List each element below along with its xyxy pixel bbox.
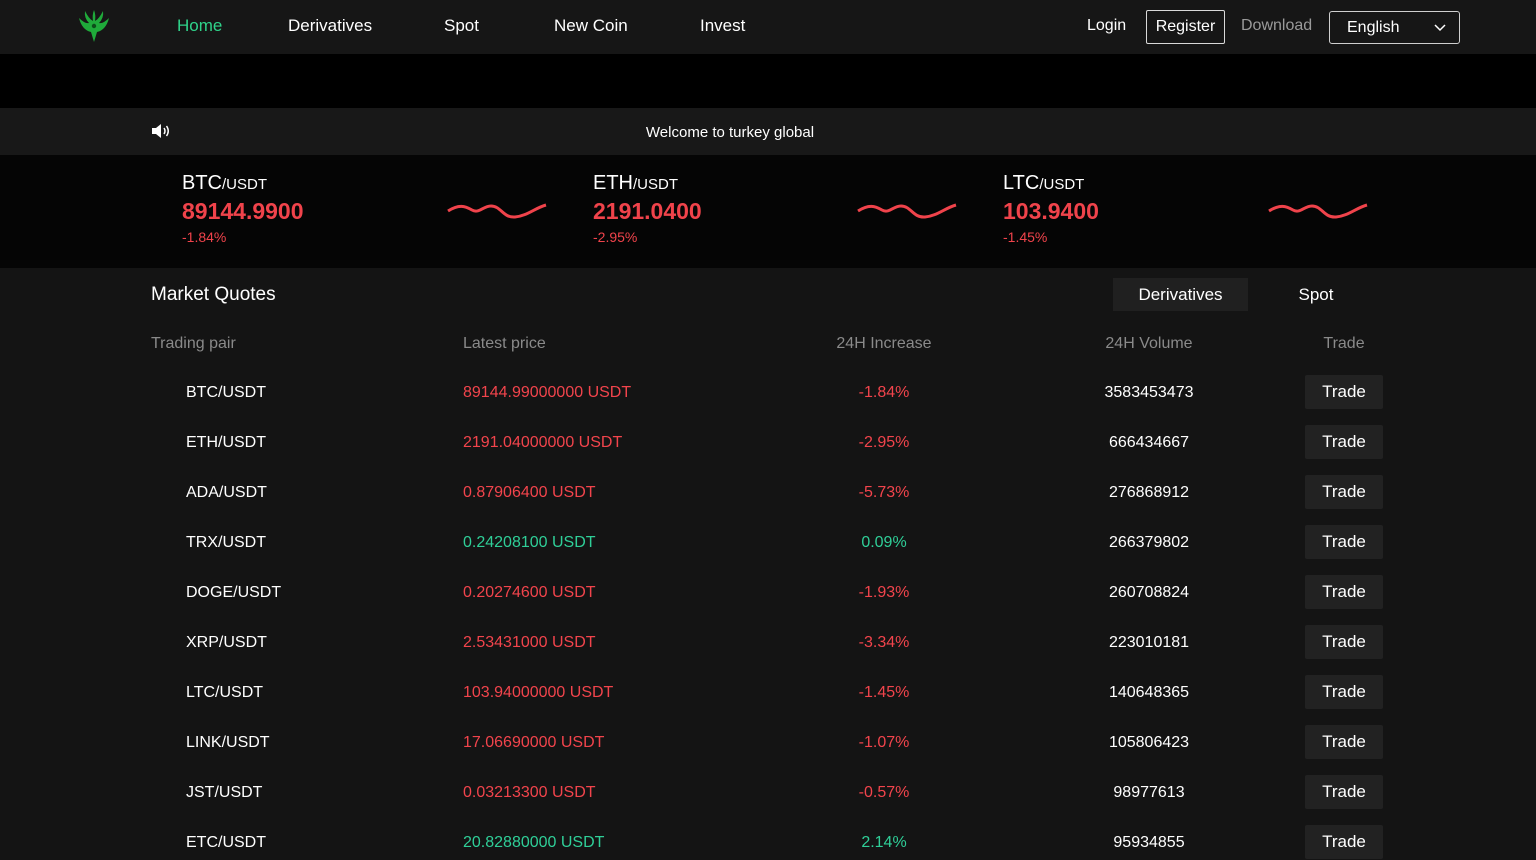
ticker-eth[interactable]: ETH/USDT 2191.0400 -2.95% bbox=[593, 172, 702, 245]
price-cell: 17.06690000 USDT bbox=[463, 734, 605, 751]
volume-cell: 3583453473 bbox=[1104, 384, 1194, 401]
trade-button[interactable]: Trade bbox=[1305, 775, 1383, 809]
column-header-24h-increase: 24H Increase bbox=[836, 335, 932, 352]
trade-button[interactable]: Trade bbox=[1305, 475, 1383, 509]
column-header-latest-price: Latest price bbox=[463, 335, 546, 352]
ticker-change: -1.45% bbox=[1003, 229, 1048, 245]
table-row[interactable]: LINK/USDT 17.06690000 USDT -1.07% 105806423… bbox=[0, 725, 1536, 776]
login-link[interactable]: Login bbox=[1087, 17, 1126, 35]
volume-cell: 223010181 bbox=[1108, 634, 1190, 651]
nav-new-coin[interactable]: New Coin bbox=[554, 16, 628, 36]
top-nav-bar: Home Derivatives Spot New Coin Invest Lo… bbox=[0, 0, 1536, 54]
price-cell: 0.20274600 USDT bbox=[463, 584, 596, 601]
change-cell: -3.34% bbox=[858, 634, 910, 651]
ticker-change: -2.95% bbox=[593, 229, 638, 245]
change-cell: -5.73% bbox=[858, 484, 910, 501]
pair-cell: ETC/USDT bbox=[186, 834, 266, 851]
ticker-btc[interactable]: BTC/USDT 89144.9900 -1.84% bbox=[182, 172, 304, 245]
column-header-24h-volume: 24H Volume bbox=[1105, 335, 1193, 352]
register-button[interactable]: Register bbox=[1146, 10, 1225, 44]
pair-cell: ADA/USDT bbox=[186, 484, 267, 501]
volume-cell: 276868912 bbox=[1108, 484, 1190, 501]
pair-cell: DOGE/USDT bbox=[186, 584, 282, 601]
column-header-trading-pair: Trading pair bbox=[151, 335, 236, 352]
tab-spot[interactable]: Spot bbox=[1249, 278, 1383, 311]
change-cell: -2.95% bbox=[858, 434, 910, 451]
price-cell: 89144.99000000 USDT bbox=[463, 384, 632, 401]
volume-cell: 95934855 bbox=[1113, 834, 1185, 851]
change-cell: 0.09% bbox=[861, 534, 907, 551]
pair-cell: TRX/USDT bbox=[186, 534, 266, 551]
ticker-pair: BTC/USDT bbox=[182, 172, 267, 194]
table-row[interactable]: XRP/USDT 2.53431000 USDT -3.34% 223010181 Tr… bbox=[0, 625, 1536, 676]
price-cell: 20.82880000 USDT bbox=[463, 834, 605, 851]
change-cell: -1.84% bbox=[858, 384, 910, 401]
language-value: English bbox=[1347, 18, 1400, 36]
price-cell: 103.94000000 USDT bbox=[463, 684, 614, 701]
pair-cell: XRP/USDT bbox=[186, 634, 267, 651]
volume-cell: 140648365 bbox=[1108, 684, 1190, 701]
pair-cell: JST/USDT bbox=[186, 784, 263, 801]
nav-derivatives[interactable]: Derivatives bbox=[288, 16, 372, 36]
download-link[interactable]: Download bbox=[1241, 17, 1312, 35]
volume-cell: 666434667 bbox=[1108, 434, 1190, 451]
pair-cell: BTC/USDT bbox=[186, 384, 266, 401]
table-row[interactable]: ADA/USDT 0.87906400 USDT -5.73% 276868912 Tr… bbox=[0, 475, 1536, 526]
change-cell: -1.07% bbox=[858, 734, 910, 751]
price-cell: 2191.04000000 USDT bbox=[463, 434, 623, 451]
table-row[interactable]: LTC/USDT 103.94000000 USDT -1.45% 140648365… bbox=[0, 675, 1536, 726]
price-cell: 0.87906400 USDT bbox=[463, 484, 596, 501]
trade-button[interactable]: Trade bbox=[1305, 375, 1383, 409]
volume-cell: 266379802 bbox=[1108, 534, 1190, 551]
change-cell: -1.93% bbox=[858, 584, 910, 601]
volume-cell: 105806423 bbox=[1108, 734, 1190, 751]
trade-button[interactable]: Trade bbox=[1305, 575, 1383, 609]
change-cell: -1.45% bbox=[858, 684, 910, 701]
trade-button[interactable]: Trade bbox=[1305, 625, 1383, 659]
ticker-price: 89144.9900 bbox=[182, 198, 304, 224]
nav-home[interactable]: Home bbox=[177, 16, 222, 36]
table-row[interactable]: ETC/USDT 20.82880000 USDT 2.14% 95934855 Tra… bbox=[0, 825, 1536, 860]
sparkline-btc bbox=[447, 203, 547, 219]
trade-button[interactable]: Trade bbox=[1305, 725, 1383, 759]
ticker-pair: ETH/USDT bbox=[593, 172, 678, 194]
price-cell: 2.53431000 USDT bbox=[463, 634, 596, 651]
table-row[interactable]: BTC/USDT 89144.99000000 USDT -1.84% 3583453… bbox=[0, 375, 1536, 426]
column-header-trade: Trade bbox=[1323, 335, 1365, 352]
price-cell: 0.03213300 USDT bbox=[463, 784, 596, 801]
sparkline-ltc bbox=[1268, 203, 1368, 219]
tab-derivatives[interactable]: Derivatives bbox=[1113, 278, 1248, 311]
volume-cell: 98977613 bbox=[1113, 784, 1185, 801]
trade-button[interactable]: Trade bbox=[1305, 525, 1383, 559]
notice-text: Welcome to turkey global bbox=[645, 124, 815, 141]
nav-spot[interactable]: Spot bbox=[444, 16, 479, 36]
volume-cell: 260708824 bbox=[1108, 584, 1190, 601]
pair-cell: LINK/USDT bbox=[186, 734, 270, 751]
chevron-down-icon bbox=[1434, 24, 1446, 32]
sparkline-eth bbox=[857, 203, 957, 219]
market-quotes-title: Market Quotes bbox=[151, 284, 276, 305]
table-row[interactable]: ETH/USDT 2191.04000000 USDT -2.95% 66643466… bbox=[0, 425, 1536, 476]
table-row[interactable]: JST/USDT 0.03213300 USDT -0.57% 98977613 Tra… bbox=[0, 775, 1536, 826]
ticker-pair: LTC/USDT bbox=[1003, 172, 1085, 194]
ticker-ltc[interactable]: LTC/USDT 103.9400 -1.45% bbox=[1003, 172, 1099, 245]
pair-cell: ETH/USDT bbox=[186, 434, 266, 451]
nav-invest[interactable]: Invest bbox=[700, 16, 745, 36]
pair-cell: LTC/USDT bbox=[186, 684, 264, 701]
trade-button[interactable]: Trade bbox=[1305, 425, 1383, 459]
trade-button[interactable]: Trade bbox=[1305, 675, 1383, 709]
change-cell: -0.57% bbox=[858, 784, 910, 801]
ticker-price: 103.9400 bbox=[1003, 198, 1099, 224]
banner bbox=[0, 54, 1536, 108]
ticker-price: 2191.0400 bbox=[593, 198, 702, 224]
trade-button[interactable]: Trade bbox=[1305, 825, 1383, 859]
ticker-change: -1.84% bbox=[182, 229, 227, 245]
change-cell: 2.14% bbox=[861, 834, 907, 851]
language-select[interactable]: English bbox=[1329, 11, 1460, 44]
table-row[interactable]: DOGE/USDT 0.20274600 USDT -1.93% 260708824 T… bbox=[0, 575, 1536, 626]
phoenix-logo-icon[interactable] bbox=[76, 8, 112, 44]
price-cell: 0.24208100 USDT bbox=[463, 534, 596, 551]
table-row[interactable]: TRX/USDT 0.24208100 USDT 0.09% 266379802 Tra… bbox=[0, 525, 1536, 576]
